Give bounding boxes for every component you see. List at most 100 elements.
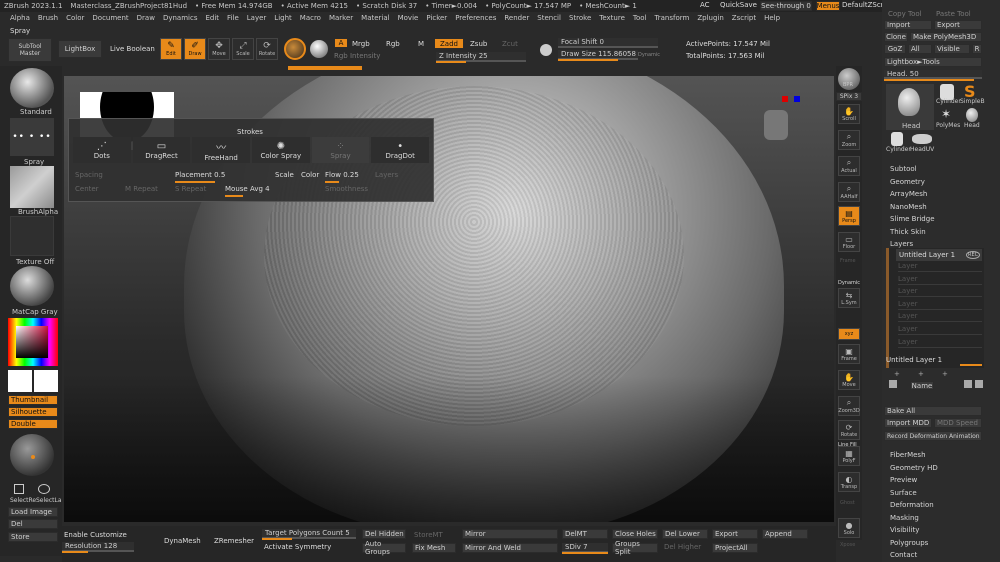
menu-color[interactable]: Color (62, 14, 88, 24)
dynamic-toggle[interactable]: Dynamic (638, 52, 660, 58)
standard-brush-thumb[interactable] (10, 68, 54, 108)
smoothness-slider[interactable]: Smoothness (325, 185, 368, 193)
menu-dynamics[interactable]: Dynamics (159, 14, 202, 24)
section-nanomesh[interactable]: NanoMesh (888, 201, 984, 213)
section-surface[interactable]: Surface (888, 487, 984, 499)
menu-document[interactable]: Document (88, 14, 132, 24)
activate-symmetry-button[interactable]: Activate Symmetry (264, 543, 331, 551)
layers-slider[interactable]: Layers (375, 171, 398, 179)
menu-picker[interactable]: Picker (422, 14, 451, 24)
zcut-toggle[interactable]: Zcut (502, 40, 518, 48)
polyf-button[interactable]: ▦ PolyF (838, 446, 860, 466)
auto-groups-button[interactable]: Auto Groups (362, 540, 406, 556)
xyz-button[interactable]: xyz (838, 328, 860, 340)
layer-slot[interactable]: Layer (898, 338, 982, 348)
section-visibility[interactable]: Visibility (888, 524, 984, 536)
record-deformation-button[interactable]: Record Deformation Animation (884, 431, 982, 441)
menu-tool[interactable]: Tool (629, 14, 651, 24)
del-lower-button[interactable]: Del Lower (662, 529, 708, 539)
rotate-button[interactable]: ⟳ Rotate (256, 38, 278, 60)
focal-shift-slider[interactable]: Focal Shift 0 (558, 38, 658, 48)
floor-button[interactable]: ▭ Floor (838, 232, 860, 252)
section-fibermesh[interactable]: FiberMesh (888, 449, 984, 461)
select-lasso-icon[interactable] (38, 484, 50, 494)
mirror-weld-button[interactable]: Mirror And Weld (462, 543, 558, 553)
s-repeat-slider[interactable]: S Repeat (175, 185, 206, 193)
gizmo-icon[interactable] (310, 40, 328, 58)
layer-slot[interactable]: Layer (898, 325, 982, 335)
layer-active-row[interactable]: Untitled Layer 1 REC (896, 249, 982, 261)
spray-stroke-thumb[interactable]: •• • •• (10, 118, 54, 156)
solo-button[interactable]: ● Solo (838, 518, 860, 538)
goz-button[interactable]: GoZ (884, 44, 906, 54)
make-polymesh-button[interactable]: Make PolyMesh3D (910, 32, 982, 42)
quicksave-button[interactable]: QuickSave (720, 1, 757, 9)
export-button[interactable]: Export (934, 20, 982, 30)
secondary-color-swatch[interactable] (34, 370, 58, 392)
import-mdd-button[interactable]: Import MDD (884, 418, 932, 428)
visible-button[interactable]: Visible (934, 44, 970, 54)
paste-tool-button[interactable]: Paste Tool (936, 10, 971, 18)
texture-thumb[interactable] (10, 216, 54, 256)
persp-button[interactable]: ▤ Persp (838, 206, 860, 226)
all-button[interactable]: All (908, 44, 932, 54)
groups-split-button[interactable]: Groups Split (612, 540, 658, 556)
color-picker-sv[interactable] (16, 326, 48, 358)
aahalf-button[interactable]: ⌕ AAHalf (838, 182, 860, 202)
m-toggle[interactable]: M (418, 40, 424, 48)
ac-button[interactable]: AC (700, 1, 710, 9)
del-button[interactable]: Del (8, 519, 58, 529)
zremesher-button[interactable]: ZRemesher (214, 537, 254, 545)
layer-new-icon[interactable]: + (894, 370, 900, 378)
append-button[interactable]: Append (762, 529, 808, 539)
transp-button[interactable]: ◐ Transp (838, 472, 860, 492)
tool-thumb-headuv[interactable]: HeadUV (910, 132, 934, 156)
scale-slider[interactable]: Scale (275, 171, 294, 179)
bake-all-button[interactable]: Bake All (884, 406, 982, 416)
center-toggle[interactable]: Center (75, 185, 99, 193)
dynamic-brush-icon[interactable] (540, 44, 552, 56)
section-polygroups[interactable]: Polygroups (888, 537, 984, 549)
lightbox-button[interactable]: LightBox (58, 40, 102, 58)
live-boolean-button[interactable]: Live Boolean (110, 45, 155, 53)
edit-button[interactable]: ✎ Edit (160, 38, 182, 60)
spacing-slider[interactable]: Spacing (75, 171, 103, 179)
close-holes-button[interactable]: Close Holes (612, 529, 658, 539)
see-through-slider[interactable]: See-through 0 (760, 1, 812, 11)
current-tool-slider[interactable]: Head. 50 (884, 70, 982, 79)
tool-thumb-simpleb[interactable]: S SimpleB (960, 82, 985, 108)
menu-file[interactable]: File (223, 14, 243, 24)
scroll-button[interactable]: ✋ Scroll (838, 104, 860, 124)
r-button[interactable]: R (972, 44, 982, 54)
del-hidden-button[interactable]: Del Hidden (362, 529, 406, 539)
menu-alpha[interactable]: Alpha (6, 14, 34, 24)
material-sphere-icon[interactable] (284, 38, 306, 60)
move-view-button[interactable]: ✋ Move (838, 370, 860, 390)
menu-stroke[interactable]: Stroke (565, 14, 595, 24)
zsub-toggle[interactable]: Zsub (470, 40, 487, 48)
menu-render[interactable]: Render (500, 14, 533, 24)
zoom3d-button[interactable]: ⌕ Zoom3D (838, 396, 860, 416)
a-toggle[interactable]: A (334, 38, 348, 48)
menu-macro[interactable]: Macro (296, 14, 325, 24)
section-preview[interactable]: Preview (888, 474, 984, 486)
section-masking[interactable]: Masking (888, 512, 984, 524)
move-button[interactable]: ✥ Move (208, 38, 230, 60)
rgb-toggle[interactable]: Rgb (386, 40, 400, 48)
clone-button[interactable]: Clone (884, 32, 908, 42)
stroke-type-spray[interactable]: ⁘ Spray (311, 137, 370, 163)
tool-thumb-head2[interactable]: Head (960, 108, 984, 132)
mirror-button[interactable]: Mirror (462, 529, 558, 539)
enable-customize-button[interactable]: Enable Customize (64, 531, 127, 539)
color-slider[interactable]: Color (301, 171, 319, 179)
draw-button[interactable]: ✐ Draw (184, 38, 206, 60)
matcap-thumb[interactable] (10, 266, 54, 306)
load-image-button[interactable]: Load Image (8, 507, 58, 517)
mdd-speed-slider[interactable]: MDD Speed (934, 418, 982, 428)
section-geometry-hd[interactable]: Geometry HD (888, 462, 984, 474)
section-arraymesh[interactable]: ArrayMesh (888, 188, 984, 200)
menu-brush[interactable]: Brush (34, 14, 62, 24)
section-contact[interactable]: Contact (888, 549, 984, 561)
select-rect-icon[interactable] (14, 484, 24, 494)
tool-thumb-cylinder[interactable]: Cylinder (936, 84, 961, 108)
